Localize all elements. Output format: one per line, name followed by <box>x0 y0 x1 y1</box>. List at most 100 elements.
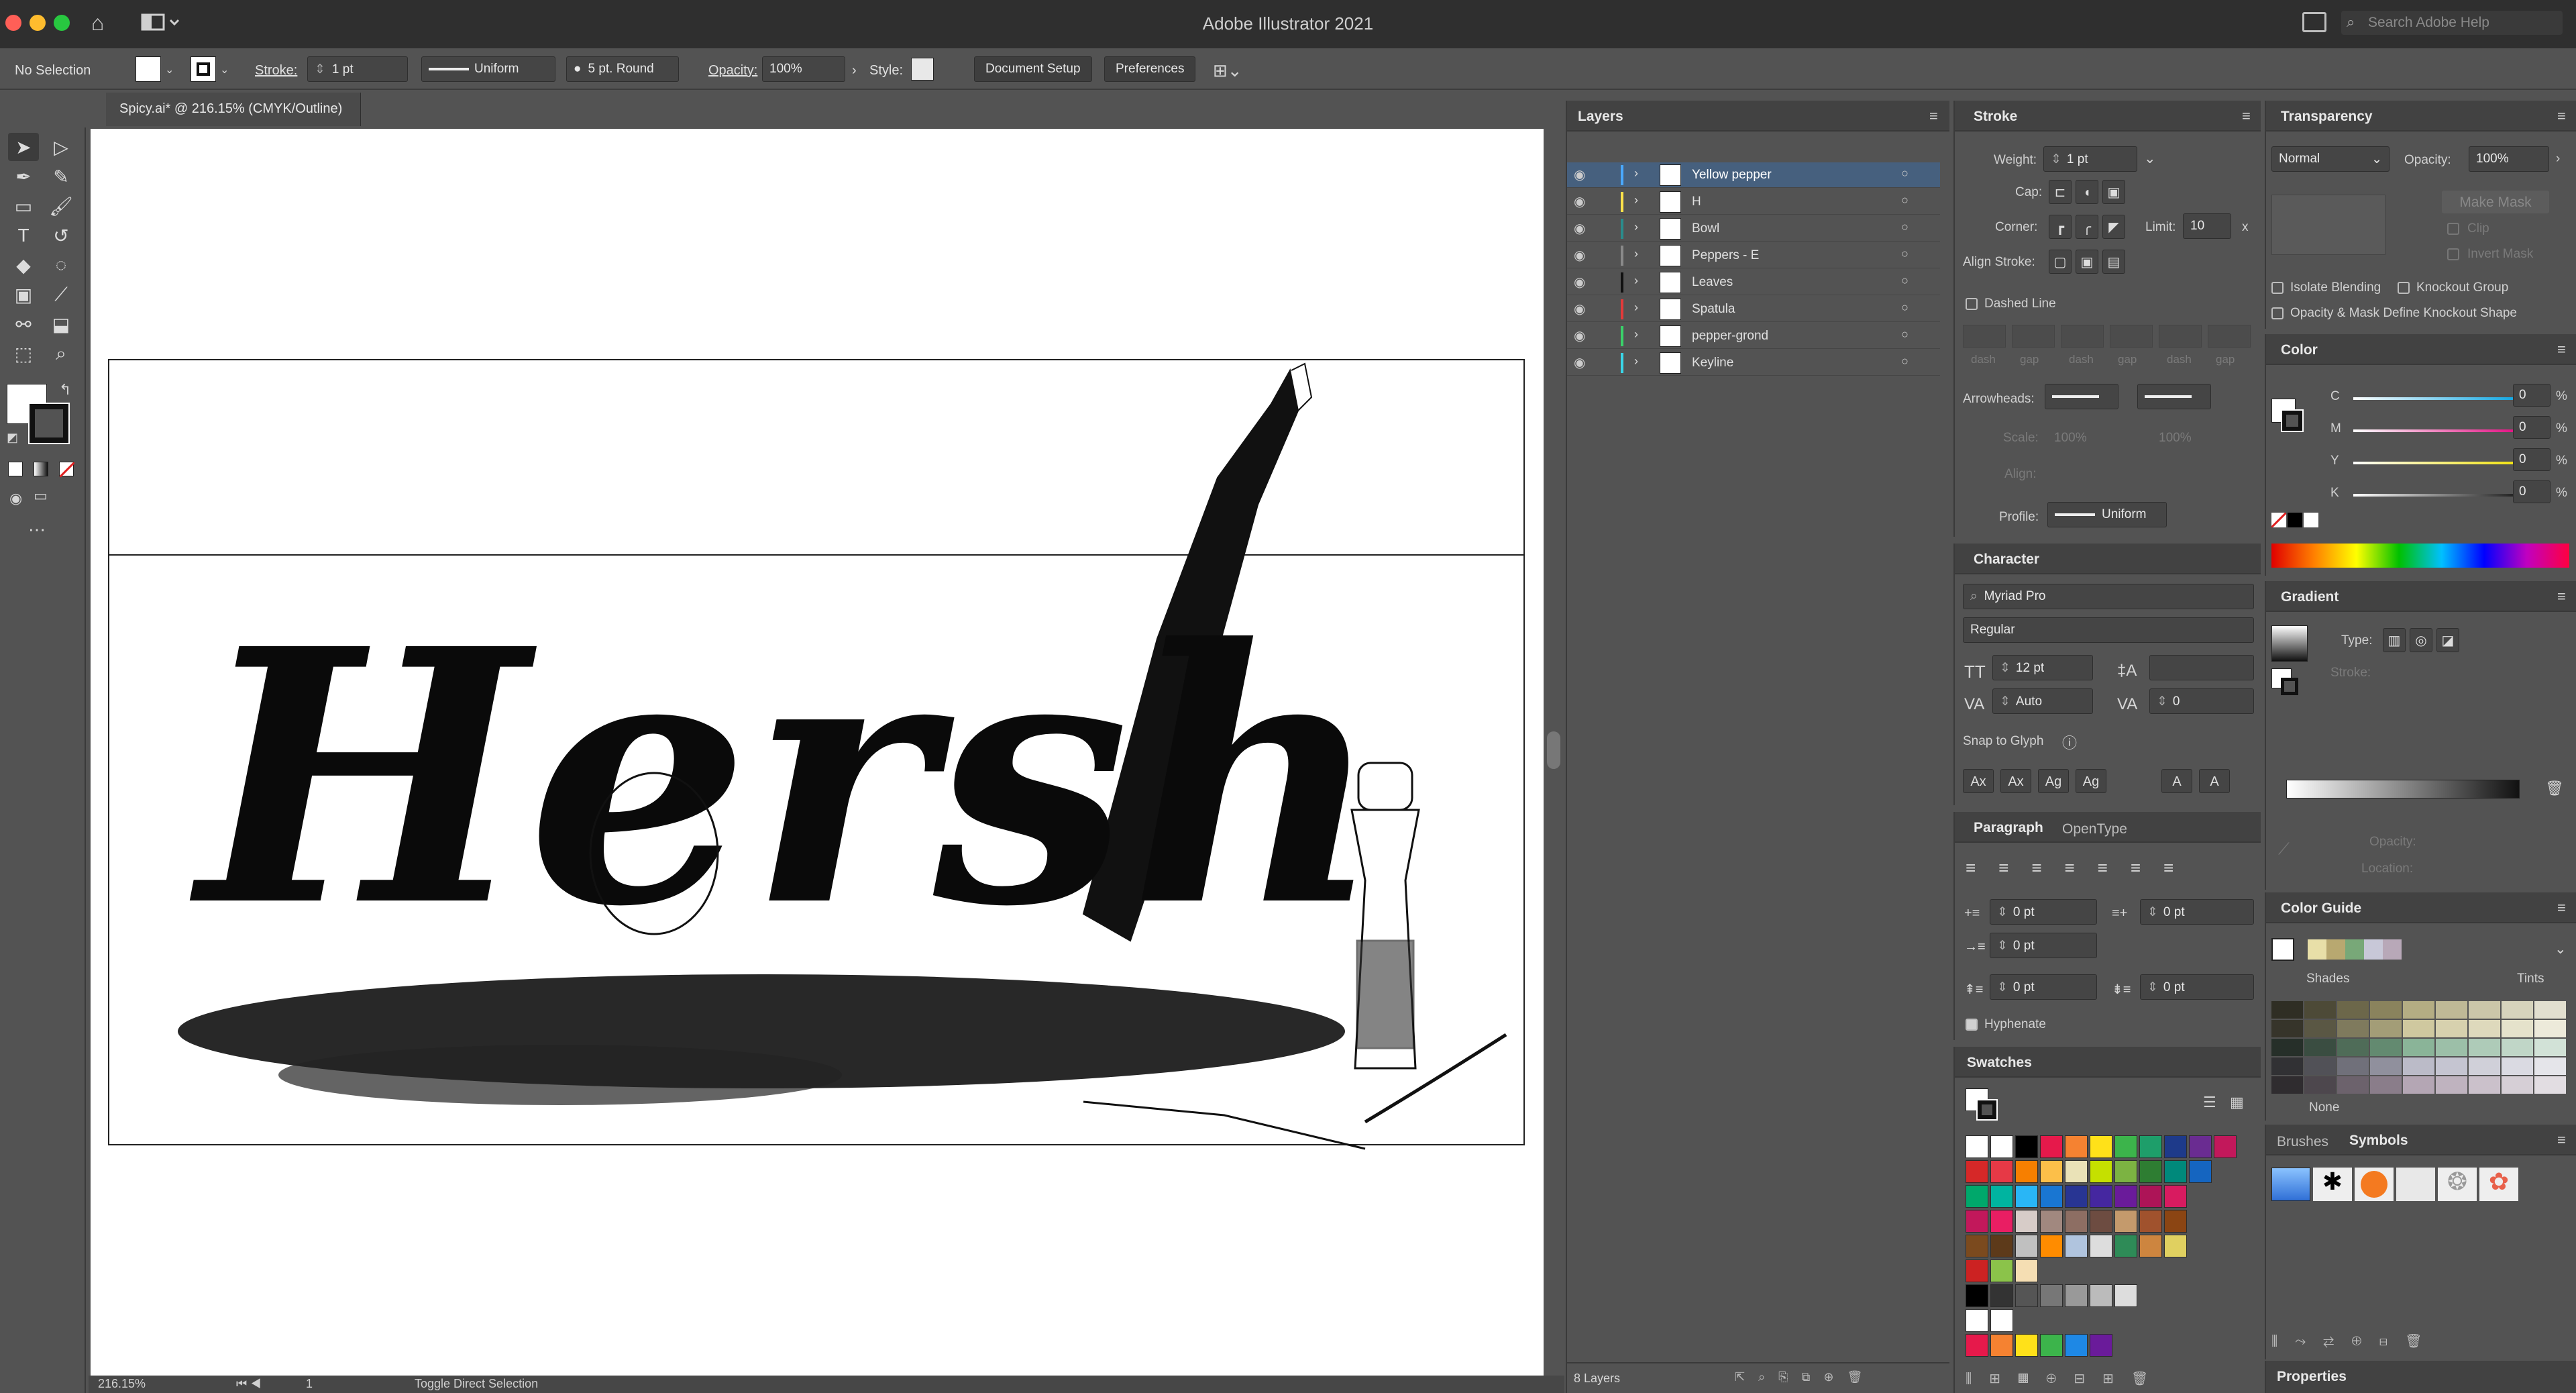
guide-cell[interactable] <box>2337 1020 2369 1037</box>
color-mode-icon[interactable] <box>8 462 23 476</box>
color-swatch[interactable] <box>2015 1160 2038 1183</box>
symbol-ring[interactable]: ❂ <box>2438 1168 2477 1201</box>
blend-mode-select[interactable]: Normal ⌄ <box>2271 146 2390 172</box>
guide-cell[interactable] <box>2436 1057 2467 1075</box>
guide-cell[interactable] <box>2304 1039 2336 1056</box>
arrange-documents-icon[interactable] <box>2302 12 2326 32</box>
stroke-dropdown-icon[interactable]: ⌄ <box>220 63 229 76</box>
layer-name[interactable]: Leaves <box>1692 275 1733 290</box>
info-icon[interactable]: ⓘ <box>2062 731 2077 753</box>
harmony-color[interactable] <box>2345 939 2364 960</box>
zoom-tool-icon[interactable]: ⌕ <box>46 340 76 368</box>
gradient-mode-icon[interactable] <box>34 462 48 476</box>
color-swatch[interactable] <box>2040 1160 2063 1183</box>
opacity-label[interactable]: Opacity: <box>708 63 757 79</box>
color-swatch[interactable] <box>2015 1185 2038 1208</box>
stroke-color-box[interactable] <box>28 403 70 444</box>
alignment-buttons[interactable]: ≡≡≡≡≡≡≡ <box>1966 858 2196 878</box>
channel-input[interactable]: 0 <box>2513 480 2551 503</box>
guide-cell[interactable] <box>2370 1039 2402 1056</box>
snap-glyph-button[interactable]: Ax <box>2000 769 2031 793</box>
paragraph-tab[interactable]: Paragraph <box>1974 820 2043 836</box>
color-menu-icon[interactable]: ≡ <box>2557 341 2566 358</box>
width-profile-select[interactable]: Uniform <box>2047 502 2167 527</box>
expand-layer-icon[interactable]: › <box>1634 166 1638 180</box>
rectangle-tool-icon[interactable]: ▭ <box>8 192 39 220</box>
linear-gradient-icon[interactable]: ▥ <box>2383 628 2406 652</box>
space-before-input[interactable]: ⇕ 0 pt <box>1990 974 2097 1000</box>
font-size-input[interactable]: ⇕ 12 pt <box>1992 655 2093 680</box>
font-family-select[interactable]: ⌕ Myriad Pro <box>1963 584 2254 609</box>
harmony-strip[interactable] <box>2308 939 2529 960</box>
layer-row[interactable]: ◉ › pepper-grond ○ <box>1567 323 1940 349</box>
guide-cell[interactable] <box>2436 1020 2467 1037</box>
guide-cell[interactable] <box>2436 1001 2467 1019</box>
channel-slider[interactable] <box>2353 494 2528 497</box>
brushes-tab[interactable]: Brushes <box>2277 1134 2328 1150</box>
guide-cell[interactable] <box>2502 1020 2533 1037</box>
color-swatch[interactable] <box>2040 1185 2063 1208</box>
right-indent-input[interactable]: ⇕ 0 pt <box>2140 899 2254 925</box>
color-guide-menu-icon[interactable]: ≡ <box>2557 899 2566 917</box>
color-swatch[interactable] <box>1966 1160 1988 1183</box>
color-swatch[interactable] <box>2139 1210 2162 1233</box>
expand-layer-icon[interactable]: › <box>1634 274 1638 288</box>
color-swatch[interactable] <box>2090 1210 2112 1233</box>
layer-row[interactable]: ◉ › Spatula ○ <box>1567 297 1940 322</box>
layer-row[interactable]: ◉ › Keyline ○ <box>1567 350 1940 376</box>
lasso-tool-icon[interactable]: ◌ <box>46 251 76 279</box>
color-stroke-box[interactable] <box>2281 409 2304 432</box>
default-colors-icon[interactable]: ◩ <box>7 431 18 445</box>
kerning-input[interactable]: ⇕ Auto <box>1992 688 2093 714</box>
guide-cell[interactable] <box>2469 1020 2500 1037</box>
tracking-input[interactable]: ⇕ 0 <box>2149 688 2254 714</box>
color-swatch[interactable] <box>2015 1334 2038 1357</box>
projecting-cap-icon[interactable]: ▣ <box>2102 180 2125 204</box>
layers-footer-icons[interactable]: ⇱⌕⎘⧉⊕🗑 <box>1735 1370 1876 1384</box>
dashed-line-checkbox[interactable] <box>1966 298 1978 310</box>
snap-glyph-button[interactable]: Ax <box>1963 769 1994 793</box>
color-swatch[interactable] <box>1990 1135 2013 1158</box>
artboard-nav-prev-icon[interactable]: ⏮ ◀ <box>236 1377 261 1391</box>
color-swatch[interactable] <box>2090 1160 2112 1183</box>
color-swatch[interactable] <box>2015 1235 2038 1257</box>
color-swatch[interactable] <box>2090 1334 2112 1357</box>
dash-input[interactable] <box>2110 325 2153 348</box>
eyedropper-tool-icon[interactable]: ⟋ <box>46 280 76 309</box>
guide-cell[interactable] <box>2271 1001 2303 1019</box>
color-swatch[interactable] <box>1966 1309 1988 1332</box>
color-swatch[interactable] <box>2065 1185 2088 1208</box>
hyphenate-checkbox[interactable] <box>1966 1019 1978 1031</box>
guide-cell[interactable] <box>2271 1039 2303 1056</box>
bevel-join-icon[interactable]: ◤ <box>2102 215 2125 239</box>
snap-glyph-button[interactable]: Ag <box>2038 769 2069 793</box>
layer-name[interactable]: Peppers - E <box>1692 248 1759 263</box>
knockout-group-checkbox[interactable] <box>2398 282 2410 294</box>
target-circle-icon[interactable]: ○ <box>1901 166 1909 180</box>
symbol-blue-banner[interactable] <box>2271 1168 2310 1201</box>
color-swatch[interactable] <box>1966 1259 1988 1282</box>
expand-layer-icon[interactable]: › <box>1634 220 1638 234</box>
help-search-field[interactable]: ⌕ Search Adobe Help <box>2341 11 2563 35</box>
color-swatch[interactable] <box>2114 1235 2137 1257</box>
color-swatch[interactable] <box>2040 1210 2063 1233</box>
eraser-tool-icon[interactable]: ◆ <box>8 251 39 279</box>
graphic-style-swatch[interactable] <box>911 58 934 81</box>
align-inside-stroke-icon[interactable]: ▣ <box>2076 250 2098 274</box>
stroke-swatch[interactable] <box>191 56 216 82</box>
guide-cell[interactable] <box>2304 1057 2336 1075</box>
layer-name[interactable]: Bowl <box>1692 221 1719 236</box>
variable-width-profile[interactable]: Uniform <box>421 56 555 82</box>
align-center-stroke-icon[interactable]: ▢ <box>2049 250 2072 274</box>
color-swatch[interactable] <box>2065 1210 2088 1233</box>
gradient-thumbnail[interactable] <box>2271 625 2308 662</box>
expand-layer-icon[interactable]: › <box>1634 193 1638 207</box>
opentype-tab[interactable]: OpenType <box>2062 821 2127 837</box>
guide-cell[interactable] <box>2403 1076 2434 1094</box>
document-tab[interactable]: Spicy.ai* @ 216.15% (CMYK/Outline) <box>106 93 361 126</box>
color-swatch[interactable] <box>1990 1210 2013 1233</box>
target-circle-icon[interactable]: ○ <box>1901 193 1909 207</box>
visibility-eye-icon[interactable]: ◉ <box>1574 220 1585 237</box>
color-swatch[interactable] <box>2139 1185 2162 1208</box>
first-line-indent-input[interactable]: ⇕ 0 pt <box>1990 933 2097 958</box>
